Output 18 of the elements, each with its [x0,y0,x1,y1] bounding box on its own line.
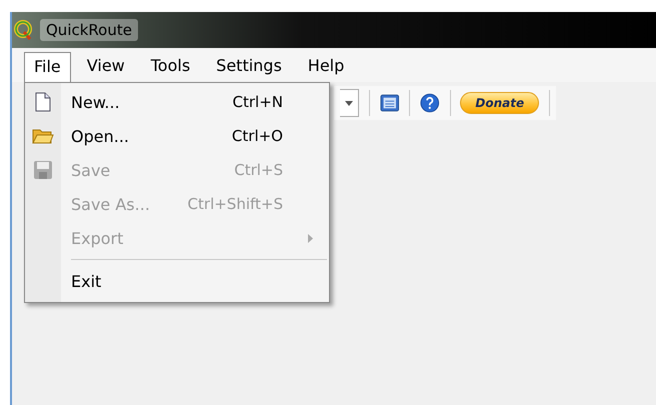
dropdown-button[interactable] [340,89,359,117]
list-window-icon[interactable] [380,93,400,113]
submenu-arrow-icon [308,234,313,242]
window-title: QuickRoute [40,19,138,41]
caret-icon [344,100,353,106]
menu-entry[interactable]: Exit [25,264,329,298]
donate-button[interactable]: Donate [460,92,540,114]
menu-item[interactable]: Tools [140,51,200,82]
document-icon [35,92,51,112]
folder-icon [32,127,54,145]
menu-item[interactable]: Help [298,51,354,82]
menu-item[interactable]: Settings [206,51,292,82]
help-icon[interactable] [420,92,440,114]
menu-item[interactable]: View [76,51,135,82]
app-logo-icon [14,20,32,40]
menu-entry[interactable]: Open... Ctrl+O [25,119,329,153]
menu-entry[interactable]: New... Ctrl+N [25,85,329,119]
menu-item[interactable]: File [24,52,71,82]
